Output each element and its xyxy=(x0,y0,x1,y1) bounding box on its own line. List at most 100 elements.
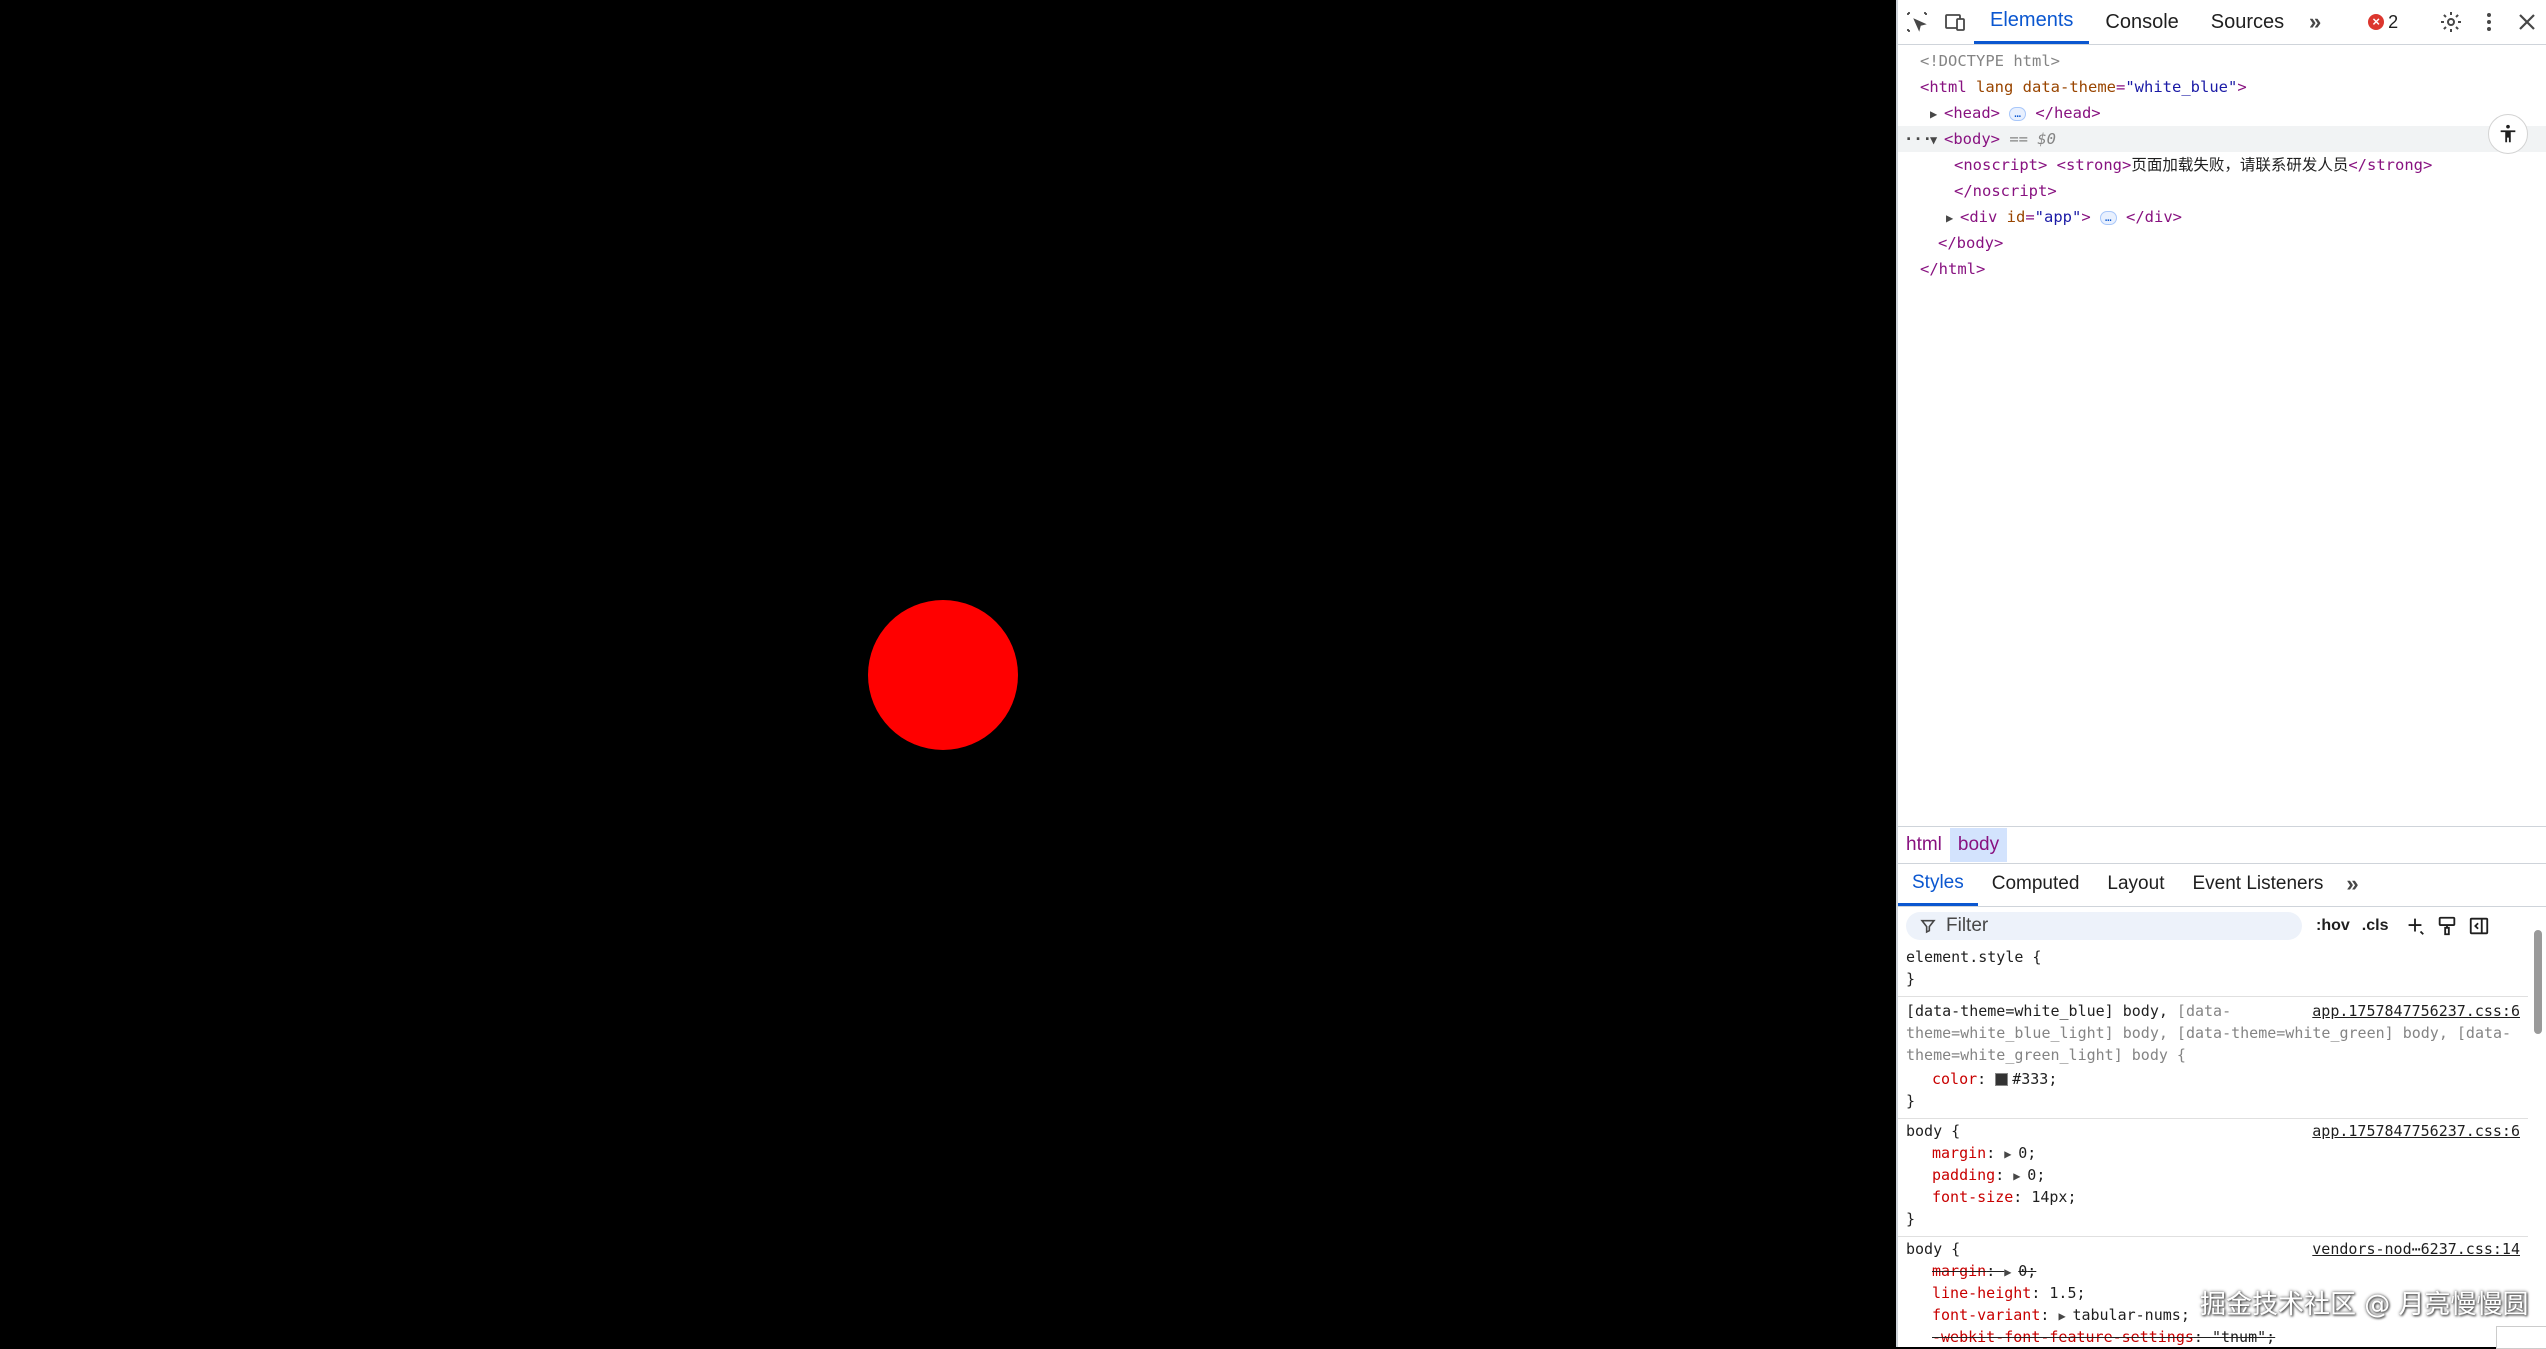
cls-toggle-button[interactable]: .cls xyxy=(2362,917,2389,935)
strong-close-tag: </strong> xyxy=(2348,156,2433,174)
head-tag: <head> xyxy=(1944,104,2000,122)
styles-filter-input[interactable]: Filter xyxy=(1906,912,2302,940)
head-close-tag: </head> xyxy=(2035,104,2101,122)
close-brace: } xyxy=(1906,1210,1916,1228)
inspect-element-icon[interactable] xyxy=(1898,0,1936,44)
dom-head[interactable]: ▶ <head> … </head> xyxy=(1930,100,2101,126)
paint-brush-icon[interactable] xyxy=(2434,913,2460,939)
expand-triangle-icon[interactable]: ▶ xyxy=(2004,1261,2018,1283)
breadcrumb-body[interactable]: body xyxy=(1949,828,2008,862)
more-tabs-chevron-icon[interactable]: » xyxy=(2300,0,2330,44)
more-options-kebab-icon[interactable] xyxy=(2470,0,2508,44)
tab-computed[interactable]: Computed xyxy=(1978,862,2094,906)
collapsed-ellipsis[interactable]: … xyxy=(2100,210,2117,225)
property-value: 14px xyxy=(2031,1188,2068,1206)
dom-div-app[interactable]: ▶ <div id="app"> … </div> xyxy=(1946,204,2182,230)
rule1-color-decl[interactable]: color: #333; xyxy=(1932,1068,2057,1090)
element-style-close: } xyxy=(1906,968,1915,990)
rule1-selector-b: [data- xyxy=(2167,1002,2232,1020)
watermark-text: 掘金技术社区 @ 月亮慢慢圆 xyxy=(2200,1290,2529,1320)
dom-doctype[interactable]: <!DOCTYPE html> xyxy=(1920,48,2060,74)
rule1-selector-line1[interactable]: [data-theme=white_blue] body, [data- xyxy=(1906,1000,2231,1022)
expand-triangle-icon[interactable]: ▶ xyxy=(2058,1305,2072,1327)
rule3-margin-decl-overridden[interactable]: margin: ▶ 0; xyxy=(1932,1260,2036,1282)
rule-separator xyxy=(1898,1236,2528,1237)
new-style-rule-icon[interactable] xyxy=(2402,913,2428,939)
device-toolbar-icon[interactable] xyxy=(1936,0,1974,44)
page-viewport xyxy=(0,0,1896,1347)
rule3-fontfeature-decl-overridden[interactable]: -webkit-font-feature-settings: "tnum"; xyxy=(1932,1326,2275,1347)
expand-triangle-icon[interactable]: ▶ xyxy=(2004,1143,2018,1165)
corner-widget xyxy=(2496,1326,2546,1349)
error-counter[interactable]: × 2 xyxy=(2368,12,2398,33)
dom-body-selected[interactable]: ··· ▼ <body> == $0 xyxy=(1898,126,2546,152)
dom-body-close[interactable]: </body> xyxy=(1938,230,2003,256)
styles-subtabs: Styles Computed Layout Event Listeners » xyxy=(1898,862,2546,907)
hov-toggle-button[interactable]: :hov xyxy=(2316,917,2350,935)
rule1-selector-line3[interactable]: theme=white_green_light] body { xyxy=(1906,1044,2186,1066)
color-swatch[interactable] xyxy=(1995,1073,2009,1086)
rule1-selector-line2[interactable]: theme=white_blue_light] body, [data-them… xyxy=(1906,1022,2511,1044)
expand-triangle-icon[interactable]: ▶ xyxy=(1946,205,1960,231)
div-id-attr: id xyxy=(1997,208,2026,226)
strong-tag: <strong> xyxy=(2056,156,2132,174)
devtools-toolbar: Elements Console Sources » × 2 xyxy=(1898,0,2546,45)
collapsed-ellipsis[interactable]: … xyxy=(2009,106,2026,121)
dom-html-close[interactable]: </html> xyxy=(1920,256,1985,282)
styles-filter-bar: Filter :hov .cls xyxy=(1898,906,2546,946)
dom-noscript[interactable]: <noscript> <strong>页面加载失败，请联系研发人员</stron… xyxy=(1954,152,2432,178)
error-count: 2 xyxy=(2388,11,2399,32)
body-tag: <body> xyxy=(1944,130,2000,148)
rule2-selector[interactable]: body { xyxy=(1906,1120,1960,1142)
rule2-source-link[interactable]: app.1757847756237.css:6 xyxy=(2312,1120,2520,1142)
property-name: -webkit-font-feature-settings xyxy=(1932,1328,2194,1346)
settings-gear-icon[interactable] xyxy=(2432,0,2470,44)
tab-styles[interactable]: Styles xyxy=(1898,862,1978,906)
dom-html-open[interactable]: <html lang data-theme="white_blue"> xyxy=(1920,74,2247,100)
selected-node-marker: == $0 xyxy=(2000,130,2056,148)
breadcrumb-html[interactable]: html xyxy=(1898,828,1950,862)
scrollbar-thumb[interactable] xyxy=(2534,930,2542,1034)
styles-scrollbar[interactable] xyxy=(2532,910,2544,1347)
rule3-lineheight-decl[interactable]: line-height: 1.5; xyxy=(1932,1282,2086,1304)
devtools-panel: Elements Console Sources » × 2 <!DOCTYPE… xyxy=(1896,0,2546,1347)
property-name: color xyxy=(1932,1070,1978,1088)
rule3-source-link[interactable]: vendors-nod⋯6237.css:14 xyxy=(2312,1238,2520,1260)
elements-tree: <!DOCTYPE html> <html lang data-theme="w… xyxy=(1898,46,2546,826)
rule2-close: } xyxy=(1906,1208,1915,1230)
accessibility-tree-button[interactable] xyxy=(2488,114,2528,154)
property-name: margin xyxy=(1932,1144,1987,1162)
more-subtabs-chevron-icon[interactable]: » xyxy=(2337,862,2367,906)
noscript-text: 页面加载失败，请联系研发人员 xyxy=(2131,156,2349,174)
tab-console[interactable]: Console xyxy=(2089,0,2194,44)
rule3-fontvariant-decl[interactable]: font-variant: ▶ tabular-nums; xyxy=(1932,1304,2190,1326)
html-tag: <html xyxy=(1920,78,1967,96)
rule1-source-link[interactable]: app.1757847756237.css:6 xyxy=(2312,1000,2520,1022)
property-name: line-height xyxy=(1932,1284,2032,1302)
close-devtools-icon[interactable] xyxy=(2508,0,2546,44)
rule-separator xyxy=(1898,1118,2528,1119)
div-tag-close: > xyxy=(2081,208,2091,226)
tab-elements[interactable]: Elements xyxy=(1974,0,2090,44)
property-value: 0 xyxy=(2018,1262,2028,1280)
toggle-sidebar-icon[interactable] xyxy=(2466,913,2492,939)
expand-triangle-icon[interactable]: ▶ xyxy=(2013,1165,2027,1187)
rule3-selector[interactable]: body { xyxy=(1906,1238,1960,1260)
rule2-padding-decl[interactable]: padding: ▶ 0; xyxy=(1932,1164,2045,1186)
element-style-rule[interactable]: element.style { xyxy=(1906,946,2041,968)
property-value: tabular-nums xyxy=(2072,1306,2181,1324)
collapse-triangle-icon[interactable]: ▼ xyxy=(1930,127,1944,153)
tab-layout[interactable]: Layout xyxy=(2093,862,2178,906)
expand-triangle-icon[interactable]: ▶ xyxy=(1930,101,1944,127)
dom-noscript-close[interactable]: </noscript> xyxy=(1954,178,2057,204)
rule2-fontsize-decl[interactable]: font-size: 14px; xyxy=(1932,1186,2077,1208)
filter-placeholder: Filter xyxy=(1946,915,1989,936)
rule-separator xyxy=(1898,996,2528,997)
property-name: font-size xyxy=(1932,1188,2014,1206)
filter-icon xyxy=(1920,919,1936,934)
node-actions-icon[interactable]: ··· xyxy=(1904,126,1932,152)
tab-sources[interactable]: Sources xyxy=(2195,0,2300,44)
tab-event-listeners[interactable]: Event Listeners xyxy=(2178,862,2337,906)
red-circle xyxy=(868,600,1018,750)
rule2-margin-decl[interactable]: margin: ▶ 0; xyxy=(1932,1142,2036,1164)
